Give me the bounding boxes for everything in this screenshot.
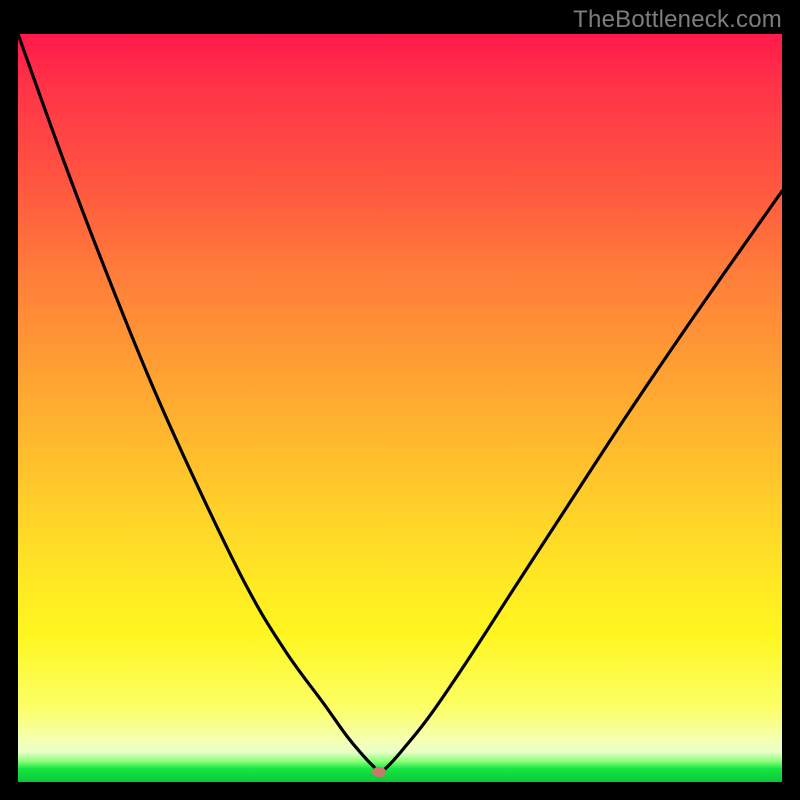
chart-stage: TheBottleneck.com: [0, 0, 800, 800]
minimum-marker: [372, 767, 386, 777]
bottleneck-curve: [18, 34, 782, 782]
watermark-text: TheBottleneck.com: [573, 6, 782, 34]
plot-area: [18, 34, 782, 782]
curve-path: [18, 34, 782, 772]
